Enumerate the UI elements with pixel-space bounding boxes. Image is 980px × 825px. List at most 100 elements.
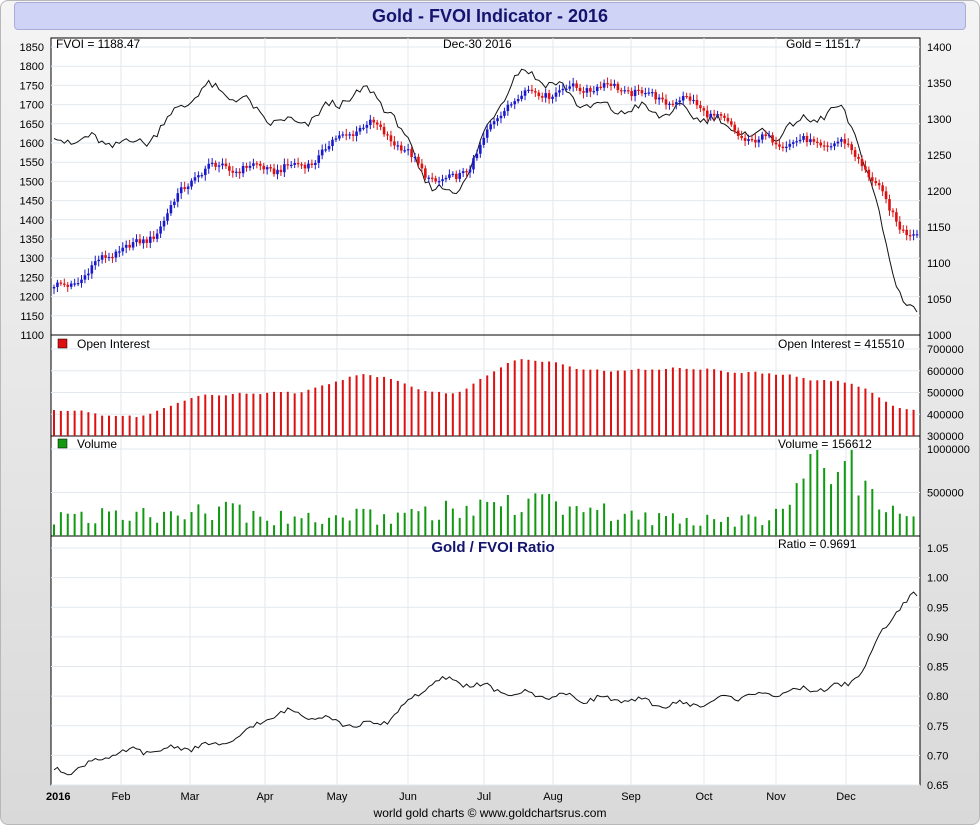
volume-bar xyxy=(706,514,709,536)
volume-bar xyxy=(334,515,337,536)
gold-candle xyxy=(317,155,321,163)
oi-bar xyxy=(348,376,351,436)
oi-bar xyxy=(101,415,104,436)
gold-value-label: Gold = 1151.7 xyxy=(786,37,861,51)
gold-candle xyxy=(650,92,654,94)
volume-bar xyxy=(568,506,571,536)
gold-candle xyxy=(840,139,843,142)
oi-bar xyxy=(843,382,846,436)
oi-bar xyxy=(197,395,200,436)
gold-candle xyxy=(723,115,726,118)
gold-candle xyxy=(733,124,737,131)
gold-candle xyxy=(90,265,94,274)
gold-candle xyxy=(52,286,56,289)
gold-axis-tick: 1400 xyxy=(927,42,951,54)
volume-bar xyxy=(128,520,131,536)
gold-candle xyxy=(417,156,420,164)
volume-legend-label: Volume xyxy=(77,437,117,451)
fvoi-axis-tick: 1400 xyxy=(20,215,44,227)
gold-candle xyxy=(815,141,819,143)
volume-bar xyxy=(768,520,771,536)
oi-bar xyxy=(376,377,379,436)
gold-candle xyxy=(155,233,159,239)
gold-candle xyxy=(709,113,713,118)
volume-bar xyxy=(279,510,282,536)
gold-candle xyxy=(293,163,296,165)
gold-candle xyxy=(437,181,441,183)
gold-candle xyxy=(620,90,623,92)
gold-candle xyxy=(296,163,300,165)
ratio-axis-tick: 0.70 xyxy=(927,750,948,762)
fvoi-chart: 2016 Feb Mar Apr May Jun Jul Aug Sep Oct Nov Dec 185… xyxy=(20,37,970,803)
gold-candle xyxy=(554,92,558,97)
gold-candle xyxy=(152,236,156,239)
gold-candle xyxy=(444,177,448,180)
gold-candle xyxy=(272,168,276,175)
volume-bar xyxy=(59,512,62,536)
gold-candle xyxy=(551,96,554,99)
gold-candle xyxy=(561,88,565,91)
volume-bar xyxy=(169,511,172,536)
gold-candle xyxy=(351,134,355,136)
oi-bar xyxy=(176,402,179,436)
oi-bar xyxy=(321,385,324,436)
fvoi-axis-tick: 1250 xyxy=(20,272,44,284)
volume-bar xyxy=(513,514,516,536)
oi-bar xyxy=(94,413,97,436)
volume-bar xyxy=(589,507,592,536)
month-tick-label: 2016 xyxy=(46,791,70,803)
volume-bar xyxy=(376,524,379,536)
volume-bar xyxy=(341,517,344,536)
oi-bar xyxy=(307,389,310,436)
oi-bar xyxy=(864,388,867,436)
gold-candle xyxy=(509,104,513,106)
gold-candle xyxy=(881,185,884,192)
oi-bar xyxy=(520,359,523,436)
gold-candle xyxy=(179,187,183,194)
gold-candle xyxy=(454,173,458,179)
gold-candle xyxy=(128,244,131,248)
volume-bar xyxy=(369,509,372,536)
volume-bar xyxy=(348,520,351,536)
gold-candle xyxy=(63,283,66,285)
oi-bar xyxy=(548,361,551,436)
gold-candle xyxy=(833,143,836,147)
volume-bar xyxy=(548,493,551,536)
volume-bar xyxy=(823,468,826,536)
gold-candle xyxy=(56,282,59,287)
gold-candle xyxy=(499,115,503,119)
volume-bar xyxy=(479,499,482,536)
gold-candle xyxy=(479,144,482,154)
gold-candle xyxy=(492,121,496,125)
footer-credit: world gold charts © www.goldchartsrus.co… xyxy=(373,806,607,820)
gold-candle xyxy=(640,90,644,94)
gold-candle xyxy=(197,175,200,178)
gold-candle xyxy=(778,144,781,147)
gold-candle xyxy=(668,103,671,105)
gold-candle xyxy=(578,87,582,92)
oi-bar xyxy=(259,394,262,436)
gold-candle xyxy=(867,169,871,178)
volume-bar xyxy=(520,512,523,536)
month-tick-label: Nov xyxy=(766,791,786,803)
oi-bar xyxy=(66,410,69,436)
gold-candle xyxy=(829,146,833,148)
gold-candle xyxy=(276,169,279,175)
gold-candle xyxy=(695,99,699,106)
volume-bar xyxy=(486,501,489,536)
gold-candle xyxy=(540,96,544,98)
oi-bar xyxy=(905,409,908,436)
oi-bar xyxy=(747,372,750,436)
oi-bar xyxy=(692,369,695,436)
gold-candle xyxy=(190,180,193,187)
gold-candle xyxy=(214,162,217,167)
gold-candle xyxy=(241,165,245,174)
fvoi-axis-tick: 1650 xyxy=(20,119,44,131)
volume-bar xyxy=(355,508,358,536)
gold-candle xyxy=(121,247,125,252)
oi-bar xyxy=(266,392,269,436)
oi-bar xyxy=(218,395,221,436)
volume-bar xyxy=(658,513,661,536)
gold-axis-tick: 1250 xyxy=(927,150,951,162)
oi-bar xyxy=(114,415,117,436)
